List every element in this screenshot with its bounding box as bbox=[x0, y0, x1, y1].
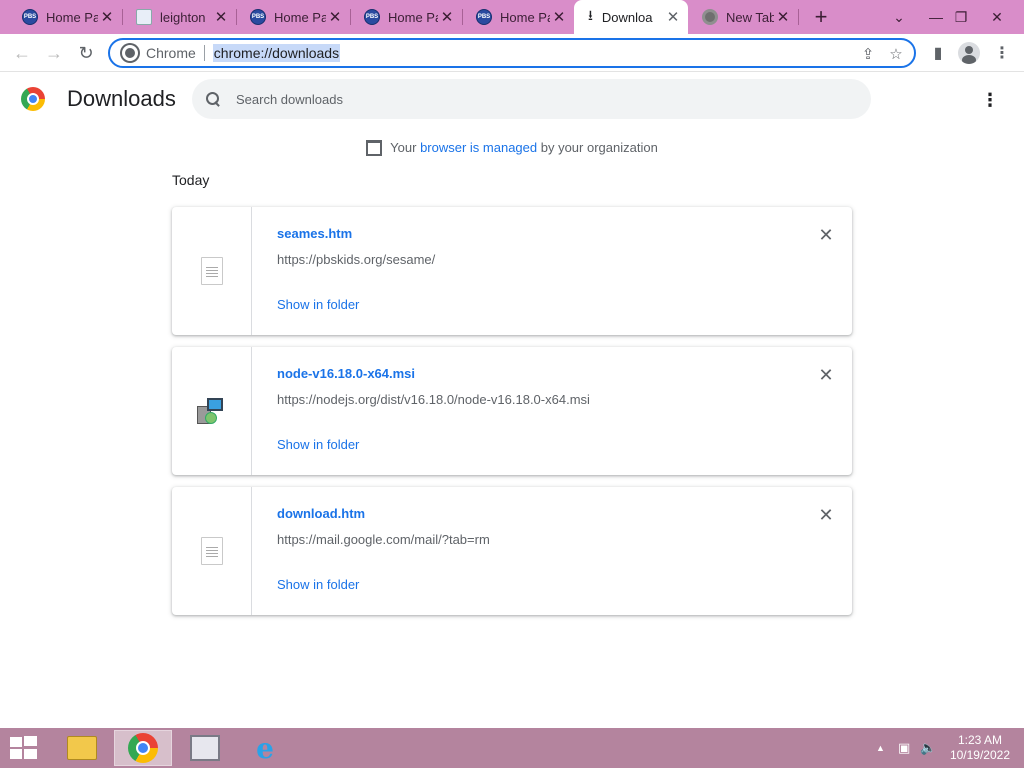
pbs-icon: PBS bbox=[476, 9, 492, 25]
tab-home-page-2[interactable]: PBS Home Pa ✕ bbox=[236, 0, 350, 34]
pbs-icon: PBS bbox=[22, 9, 38, 25]
menu-kebab-icon[interactable]: ⋮ bbox=[988, 39, 1016, 67]
page-title: Downloads bbox=[67, 86, 176, 111]
tab-title: Home Pa bbox=[274, 9, 326, 25]
forward-button[interactable]: → bbox=[40, 39, 68, 67]
tab-title: Home Pa bbox=[388, 9, 438, 25]
download-item: seames.htm https://pbskids.org/sesame/ S… bbox=[172, 207, 852, 335]
new-tab-button[interactable]: + bbox=[808, 4, 834, 30]
tab-strip: PBS Home Pa ✕ leighton ✕ PBS Home Pa ✕ P… bbox=[0, 0, 1024, 34]
installer-icon bbox=[196, 396, 227, 426]
remove-icon[interactable]: ✕ bbox=[814, 223, 838, 247]
tab-close-icon[interactable]: ✕ bbox=[212, 8, 230, 26]
chrome-icon bbox=[122, 45, 138, 61]
tab-close-icon[interactable]: ✕ bbox=[326, 8, 344, 26]
remove-icon[interactable]: ✕ bbox=[814, 503, 838, 527]
monitor-icon bbox=[190, 735, 220, 761]
taskbar-file-explorer[interactable] bbox=[53, 730, 111, 766]
url-text[interactable]: chrome://downloads bbox=[212, 44, 341, 62]
windows-start-icon[interactable] bbox=[10, 736, 38, 760]
omnibox-chip: Chrome bbox=[146, 45, 196, 61]
date-section-title: Today bbox=[172, 172, 210, 188]
document-icon bbox=[136, 9, 152, 25]
back-button[interactable]: ← bbox=[8, 39, 36, 67]
restore-icon[interactable]: ❐ bbox=[944, 0, 978, 34]
clock-date: 10/19/2022 bbox=[949, 748, 1010, 762]
show-in-folder-link[interactable]: Show in folder bbox=[277, 577, 359, 592]
tab-title: leighton bbox=[160, 9, 206, 25]
share-icon[interactable]: ⇪ bbox=[856, 43, 880, 65]
tab-close-icon[interactable]: ✕ bbox=[438, 8, 456, 26]
source-url[interactable]: https://pbskids.org/sesame/ bbox=[277, 252, 435, 267]
clock-time: 1:23 AM bbox=[957, 733, 1002, 747]
taskbar-chrome[interactable] bbox=[114, 730, 172, 766]
tab-home-page-4[interactable]: PBS Home Pa ✕ bbox=[462, 0, 574, 34]
show-in-folder-link[interactable]: Show in folder bbox=[277, 297, 359, 312]
side-panel-icon[interactable]: ▮ bbox=[924, 39, 952, 67]
volume-icon[interactable]: 🔈 bbox=[920, 740, 936, 756]
source-url[interactable]: https://mail.google.com/mail/?tab=rm bbox=[277, 532, 490, 547]
search-input[interactable] bbox=[236, 91, 836, 107]
html-file-icon bbox=[200, 257, 223, 285]
profile-button[interactable] bbox=[955, 39, 983, 67]
file-name-link[interactable]: node-v16.18.0-x64.msi bbox=[277, 366, 415, 381]
managed-prefix: Your bbox=[390, 140, 421, 155]
file-name-link[interactable]: seames.htm bbox=[277, 226, 352, 241]
address-bar[interactable]: Chrome chrome://downloads ⇪ ☆ bbox=[108, 38, 916, 68]
search-icon bbox=[206, 92, 220, 106]
managed-suffix: by your organization bbox=[537, 140, 658, 155]
managed-link[interactable]: browser is managed bbox=[420, 140, 537, 155]
building-icon bbox=[366, 140, 383, 156]
browser-toolbar: ← → ↻ Chrome chrome://downloads ⇪ ☆ ▮ ⋮ bbox=[0, 34, 1024, 72]
chrome-logo-icon bbox=[21, 87, 45, 111]
tab-close-icon[interactable]: ✕ bbox=[98, 8, 116, 26]
close-window-icon[interactable]: ✕ bbox=[980, 0, 1014, 34]
tab-search-chevron-icon[interactable]: ⌄ bbox=[882, 0, 916, 34]
internet-explorer-icon: e bbox=[256, 731, 274, 765]
omnibox-divider bbox=[203, 45, 205, 61]
source-url[interactable]: https://nodejs.org/dist/v16.18.0/node-v1… bbox=[277, 392, 590, 407]
system-clock[interactable]: 1:23 AM 10/19/2022 bbox=[950, 733, 1010, 763]
network-icon[interactable]: ▣ bbox=[898, 740, 910, 756]
tab-close-icon[interactable]: ✕ bbox=[774, 8, 792, 26]
tab-home-page-1[interactable]: PBS Home Pa ✕ bbox=[8, 0, 122, 34]
download-item: node-v16.18.0-x64.msi https://nodejs.org… bbox=[172, 347, 852, 475]
search-box[interactable] bbox=[192, 79, 871, 119]
file-name-link[interactable]: download.htm bbox=[277, 506, 365, 521]
folder-icon bbox=[67, 736, 97, 760]
tab-new-tab[interactable]: New Tab ✕ bbox=[688, 0, 798, 34]
managed-notice: Your browser is managed by your organiza… bbox=[0, 140, 1024, 156]
bookmark-star-icon[interactable]: ☆ bbox=[884, 43, 908, 65]
download-item: download.htm https://mail.google.com/mai… bbox=[172, 487, 852, 615]
tab-close-icon[interactable]: ✕ bbox=[664, 8, 682, 26]
chrome-icon bbox=[128, 733, 158, 763]
tab-home-page-3[interactable]: PBS Home Pa ✕ bbox=[350, 0, 462, 34]
tab-close-icon[interactable]: ✕ bbox=[550, 8, 568, 26]
remove-icon[interactable]: ✕ bbox=[814, 363, 838, 387]
taskbar-monitor-app[interactable] bbox=[176, 730, 234, 766]
tab-title: New Tab bbox=[726, 9, 774, 25]
tab-title: Home Pa bbox=[46, 9, 98, 25]
tab-leighton[interactable]: leighton ✕ bbox=[122, 0, 236, 34]
tray-chevron-icon[interactable]: ▲ bbox=[876, 743, 885, 753]
more-actions-icon[interactable]: ⋮ bbox=[976, 86, 1004, 114]
reload-button[interactable]: ↻ bbox=[72, 39, 100, 67]
show-in-folder-link[interactable]: Show in folder bbox=[277, 437, 359, 452]
windows-taskbar: e ▲ ▣ 🔈 1:23 AM 10/19/2022 bbox=[0, 728, 1024, 768]
tab-title: Downloa bbox=[601, 9, 653, 25]
tab-downloads[interactable]: ⭳ Downloa ✕ bbox=[574, 0, 688, 34]
pbs-icon: PBS bbox=[250, 9, 266, 25]
download-icon: ⭳ bbox=[588, 7, 593, 23]
tab-title: Home Pa bbox=[500, 9, 550, 25]
taskbar-internet-explorer[interactable]: e bbox=[236, 730, 294, 766]
pbs-icon: PBS bbox=[364, 9, 380, 25]
html-file-icon bbox=[200, 537, 223, 565]
chrome-icon bbox=[702, 9, 718, 25]
avatar-icon bbox=[958, 42, 980, 64]
